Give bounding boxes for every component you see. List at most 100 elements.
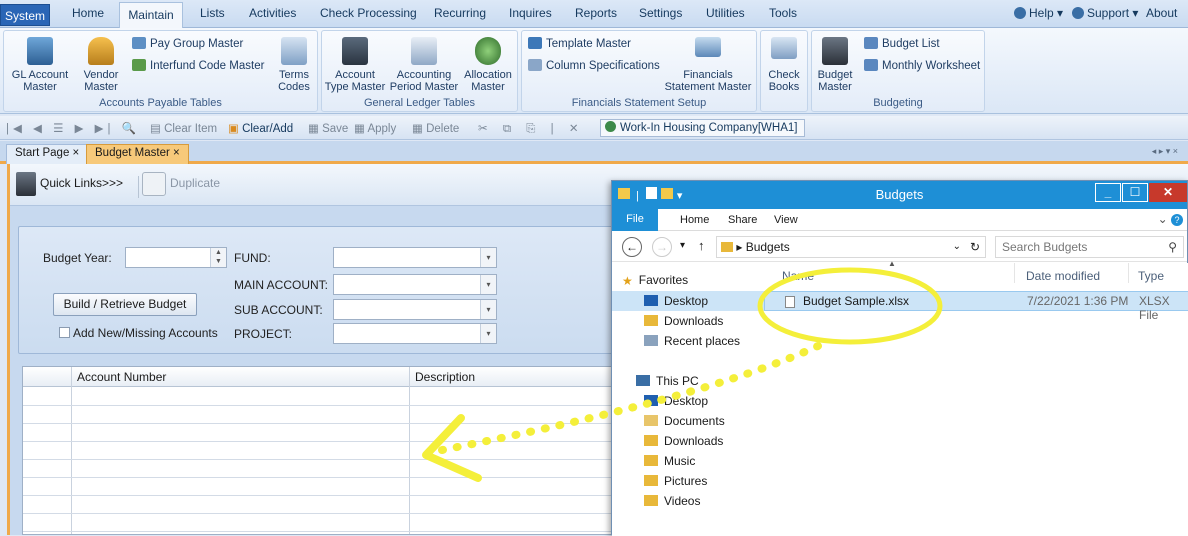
menu-system[interactable]: System xyxy=(0,4,50,26)
clear-item-button[interactable]: ▤ Clear Item xyxy=(150,121,217,135)
table-row[interactable] xyxy=(23,423,613,424)
menu-check-processing[interactable]: Check Processing xyxy=(320,6,417,20)
up-button[interactable]: ↑ xyxy=(698,238,705,253)
tab-scroll-controls[interactable]: ◂ ▸ ▾ × xyxy=(1152,146,1178,157)
refresh-icon[interactable]: ↻ xyxy=(970,237,980,257)
support-menu[interactable]: Support ▾ xyxy=(1072,6,1138,20)
account-number-column-header[interactable]: Account Number xyxy=(77,370,166,384)
table-row[interactable] xyxy=(23,495,613,496)
tab-home[interactable]: Home xyxy=(680,214,709,226)
maximize-button[interactable]: ☐ xyxy=(1122,183,1148,202)
build-retrieve-budget-button[interactable]: Build / Retrieve Budget xyxy=(53,293,197,316)
budget-list-button[interactable]: Budget List xyxy=(864,37,940,50)
type-column-header[interactable]: Type xyxy=(1138,269,1164,283)
delete-button[interactable]: ▦ Delete xyxy=(412,121,459,135)
budget-master-button[interactable]: Budget Master xyxy=(812,37,858,93)
menu-lists[interactable]: Lists xyxy=(200,6,225,20)
nav-favorites[interactable]: ★ Favorites xyxy=(622,273,688,288)
menu-activities[interactable]: Activities xyxy=(249,6,296,20)
table-row[interactable] xyxy=(23,441,613,442)
nav-downloads[interactable]: Downloads xyxy=(644,314,723,328)
search-input[interactable]: Search Budgets ⚲ xyxy=(995,236,1184,258)
menu-reports[interactable]: Reports xyxy=(575,6,617,20)
table-row[interactable] xyxy=(23,405,613,406)
help-menu[interactable]: Help ▾ xyxy=(1014,6,1063,20)
recent-locations-icon[interactable]: ▾ xyxy=(680,240,685,251)
project-select[interactable]: ▾ xyxy=(333,323,497,344)
menu-inquires[interactable]: Inquires xyxy=(509,6,552,20)
tab-view[interactable]: View xyxy=(774,214,798,226)
budgeting-group: Budget Master Budget List Monthly Worksh… xyxy=(811,30,985,112)
date-modified-column-header[interactable]: Date modified xyxy=(1026,269,1100,283)
nav-pc-downloads[interactable]: Downloads xyxy=(644,434,723,448)
fund-select[interactable]: ▾ xyxy=(333,247,497,268)
menu-utilities[interactable]: Utilities xyxy=(706,6,745,20)
chevron-down-icon[interactable]: ▾ xyxy=(480,324,496,343)
nav-pc-desktop[interactable]: Desktop xyxy=(644,394,708,408)
nav-pictures[interactable]: Pictures xyxy=(644,474,707,488)
interfund-code-master-button[interactable]: Interfund Code Master xyxy=(132,59,264,72)
menu-about[interactable]: About xyxy=(1146,6,1177,20)
tab-start-page[interactable]: Start Page × xyxy=(6,144,89,164)
spinner-arrows-icon[interactable]: ▲ ▼ xyxy=(210,248,226,267)
gl-account-master-button[interactable]: GL Account Master xyxy=(6,37,74,93)
save-button[interactable]: ▦ Save xyxy=(308,121,348,135)
menu-maintain[interactable]: Maintain xyxy=(119,2,183,29)
apply-button[interactable]: ▦ Apply xyxy=(354,121,396,135)
edit-buttons[interactable]: ✂ ⧉ ⎘ | ✕ xyxy=(478,121,584,136)
nav-desktop[interactable]: Desktop xyxy=(644,294,708,308)
address-bar[interactable]: ▸ Budgets ⌄ ↻ xyxy=(716,236,986,258)
tab-file[interactable]: File xyxy=(612,209,658,231)
table-row[interactable] xyxy=(23,459,613,460)
chevron-down-icon[interactable]: ▾ xyxy=(480,275,496,294)
nav-this-pc[interactable]: This PC xyxy=(636,374,699,388)
name-column-header[interactable]: Name xyxy=(782,269,814,283)
help-icon[interactable]: ? xyxy=(1171,214,1183,226)
vendor-master-button[interactable]: Vendor Master xyxy=(78,37,124,93)
chevron-down-icon[interactable]: ▾ xyxy=(480,248,496,267)
address-dropdown-icon[interactable]: ⌄ xyxy=(953,237,961,257)
table-row[interactable] xyxy=(23,477,613,478)
financials-statement-master-button[interactable]: Financials Statement Master xyxy=(660,37,756,93)
forward-button[interactable]: → xyxy=(652,237,672,257)
menu-tools[interactable]: Tools xyxy=(769,6,797,20)
chevron-down-icon[interactable]: ▾ xyxy=(480,300,496,319)
menu-recurring[interactable]: Recurring xyxy=(434,6,486,20)
tab-budget-master[interactable]: Budget Master × xyxy=(86,144,189,164)
nav-videos[interactable]: Videos xyxy=(644,494,700,508)
add-missing-accounts-checkbox[interactable] xyxy=(59,327,70,338)
table-row[interactable] xyxy=(23,513,613,514)
account-type-master-button[interactable]: Account Type Master xyxy=(322,37,388,93)
back-button[interactable]: ← xyxy=(622,237,642,257)
minimize-button[interactable]: _ xyxy=(1095,183,1121,202)
close-button[interactable]: ✕ xyxy=(1149,183,1187,202)
table-row[interactable] xyxy=(23,531,613,532)
list-item[interactable]: Budget Sample.xlsx 7/22/2021 1:36 PM XLS… xyxy=(764,291,1188,322)
company-selector[interactable]: Work-In Housing Company[WHA1] xyxy=(600,119,805,137)
clear-add-button[interactable]: ▣ Clear/Add xyxy=(228,121,293,135)
accounting-period-master-button[interactable]: Accounting Period Master xyxy=(389,37,459,93)
expand-ribbon-icon[interactable]: ⌄ ? xyxy=(1158,212,1183,226)
record-navigation[interactable]: |◀ ◀ ☰ ▶ ▶| 🔍 xyxy=(6,121,140,135)
monthly-worksheet-button[interactable]: Monthly Worksheet xyxy=(864,59,980,72)
nav-recent-places[interactable]: Recent places xyxy=(644,334,740,348)
tab-share[interactable]: Share xyxy=(728,214,757,226)
menu-settings[interactable]: Settings xyxy=(639,6,682,20)
nav-music[interactable]: Music xyxy=(644,454,695,468)
duplicate-button[interactable]: Duplicate xyxy=(142,172,220,196)
allocation-master-button[interactable]: Allocation Master xyxy=(460,37,516,93)
close-tab-icon[interactable]: × xyxy=(73,147,80,159)
sub-account-select[interactable]: ▾ xyxy=(333,299,497,320)
column-specifications-button[interactable]: Column Specifications xyxy=(528,59,660,72)
description-column-header[interactable]: Description xyxy=(415,370,475,384)
pay-group-master-button[interactable]: Pay Group Master xyxy=(132,37,243,50)
main-account-select[interactable]: ▾ xyxy=(333,274,497,295)
nav-documents[interactable]: Documents xyxy=(644,414,725,428)
quick-links-button[interactable]: Quick Links>>> xyxy=(16,172,123,196)
terms-codes-button[interactable]: Terms Codes xyxy=(272,37,316,93)
budget-year-spinner[interactable]: ▲ ▼ xyxy=(125,247,227,268)
close-tab-icon[interactable]: × xyxy=(173,147,180,159)
template-master-button[interactable]: Template Master xyxy=(528,37,631,50)
check-books-button[interactable]: Check Books xyxy=(761,37,807,93)
menu-home[interactable]: Home xyxy=(72,6,104,20)
